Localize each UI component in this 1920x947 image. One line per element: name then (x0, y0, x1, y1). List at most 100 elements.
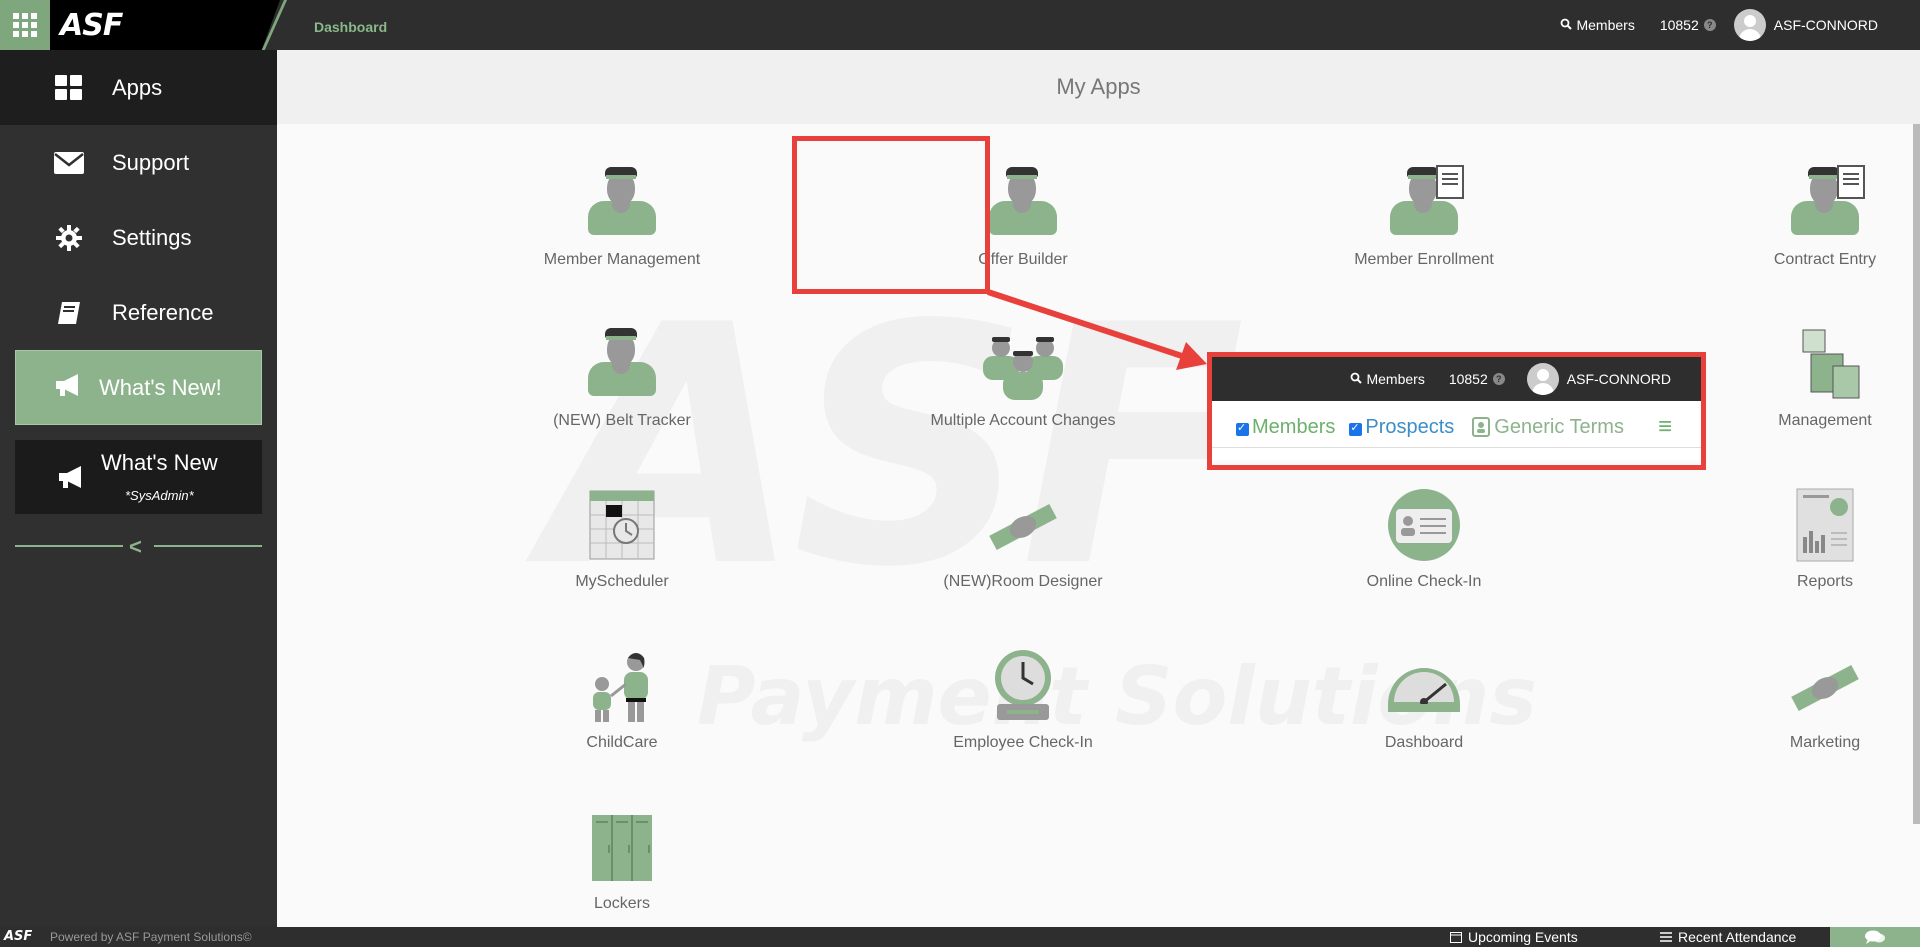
book-icon (54, 298, 84, 328)
generic-terms-tab[interactable]: Generic Terms (1472, 416, 1624, 439)
whats-new-button[interactable]: What's New! (15, 350, 262, 425)
breadcrumb[interactable]: Dashboard (314, 19, 387, 35)
app-multiple-account-changes[interactable]: Multiple Account Changes (893, 326, 1153, 456)
popup-top-bar: Members 10852 ? ASF-CONNORD (1212, 357, 1701, 401)
sidebar-collapse[interactable]: < (15, 534, 262, 559)
sidebar-item-label: Reference (112, 299, 214, 325)
app-contract-entry[interactable]: Contract Entry (1695, 165, 1920, 295)
app-label: Online Check-In (1366, 573, 1482, 590)
avatar (1526, 363, 1559, 395)
app-marketing[interactable]: Marketing (1695, 648, 1920, 778)
whats-new-admin-label: What's New (101, 450, 218, 475)
help-icon[interactable]: ? (1703, 19, 1716, 31)
highlight-box-offer-builder (792, 136, 990, 294)
app-label: Reports (1796, 573, 1854, 590)
prospects-checkbox[interactable] (1349, 421, 1363, 436)
club-count: 10852 (1448, 371, 1488, 387)
top-right-controls: Members 10852 ? ASF-CONNORD (1560, 0, 1920, 50)
member-icon (582, 326, 662, 402)
whats-new-label: What's New! (99, 374, 222, 400)
handshake-icon (983, 487, 1063, 563)
app-label: ChildCare (586, 734, 658, 751)
contract-icon (1785, 165, 1865, 241)
menu-icon[interactable]: ≡ (1658, 413, 1672, 441)
megaphone-icon (54, 372, 84, 404)
gear-icon (54, 223, 84, 253)
powered-by: Powered by ASF Payment Solutions© (50, 930, 252, 944)
handshake-icon (1785, 648, 1865, 724)
id-card-icon (1384, 487, 1464, 563)
childcare-icon (582, 648, 662, 724)
upcoming-events-button[interactable]: Upcoming Events (1450, 929, 1578, 945)
report-icon (1785, 487, 1865, 563)
app-reports[interactable]: Reports (1695, 487, 1920, 617)
user-name: ASF-CONNORD (1566, 371, 1671, 387)
app-management[interactable]: Management (1695, 326, 1920, 456)
page-title: My Apps (277, 50, 1920, 124)
app-childcare[interactable]: ChildCare (492, 648, 752, 778)
user-menu[interactable]: ASF-CONNORD (1526, 363, 1671, 395)
calendar-icon (582, 487, 662, 563)
app-label: Member Management (543, 251, 701, 268)
member-search[interactable]: Members (1350, 371, 1425, 387)
search-filter-tabs: Members Prospects Generic Terms ≡ (1236, 413, 1672, 441)
sidebar-item-apps[interactable]: Apps (0, 50, 277, 125)
generic-terms-label: Generic Terms (1494, 415, 1624, 438)
user-menu[interactable]: ASF-CONNORD (1733, 9, 1878, 41)
app-label: (NEW) Belt Tracker (553, 412, 691, 429)
app-label: Employee Check-In (953, 734, 1093, 751)
app-dashboard[interactable]: Dashboard (1294, 648, 1554, 778)
app-label: Lockers (593, 895, 651, 912)
club-number[interactable]: 10852 ? (1449, 371, 1505, 387)
members-tab[interactable]: Members (1252, 416, 1335, 439)
app-label: (NEW)Room Designer (943, 573, 1103, 590)
app-room-designer[interactable]: (NEW)Room Designer (893, 487, 1153, 617)
sidebar-item-support[interactable]: Support (0, 125, 277, 200)
member-icon (582, 165, 662, 241)
club-number[interactable]: 10852 ? (1660, 17, 1716, 33)
app-label: Contract Entry (1773, 251, 1877, 268)
prospects-tab[interactable]: Prospects (1365, 416, 1454, 439)
chat-button[interactable] (1830, 927, 1920, 947)
recent-attendance-label: Recent Attendance (1678, 929, 1797, 945)
club-count: 10852 (1659, 17, 1699, 33)
sidebar-item-label: Apps (112, 74, 163, 100)
app-grid-button[interactable] (0, 0, 50, 50)
app-label: Multiple Account Changes (930, 412, 1116, 429)
footer: ASF Powered by ASF Payment Solutions© Up… (0, 927, 1920, 947)
help-icon[interactable]: ? (1492, 373, 1505, 385)
list-icon (1660, 932, 1672, 942)
whats-new-admin-button[interactable]: What's New *SysAdmin* (15, 440, 262, 514)
gauge-icon (1384, 648, 1464, 724)
sidebar-item-settings[interactable]: Settings (0, 200, 277, 275)
asf-logo[interactable]: ASF (60, 8, 123, 43)
search-label: Members (1576, 17, 1635, 33)
enrollment-icon (1384, 165, 1464, 241)
sidebar-item-reference[interactable]: Reference (0, 275, 277, 350)
recent-attendance-button[interactable]: Recent Attendance (1660, 929, 1796, 945)
avatar (1733, 9, 1766, 41)
app-lockers[interactable]: Lockers (492, 809, 752, 939)
search-icon (1350, 371, 1363, 387)
sidebar: Apps Support Settings Reference What's N… (0, 50, 277, 927)
zoomed-header-popup: Members 10852 ? ASF-CONNORD Members Pros… (1212, 357, 1701, 460)
app-belt-tracker[interactable]: (NEW) Belt Tracker (492, 326, 752, 456)
search-icon (1560, 17, 1573, 33)
app-member-enrollment[interactable]: Member Enrollment (1294, 165, 1554, 295)
app-member-management[interactable]: Member Management (492, 165, 752, 295)
app-online-check-in[interactable]: Online Check-In (1294, 487, 1554, 617)
contact-card-icon (1472, 417, 1491, 437)
app-label: Management (1778, 412, 1872, 429)
megaphone-icon (57, 464, 87, 495)
app-employee-check-in[interactable]: Employee Check-In (893, 648, 1153, 778)
sidebar-item-label: Settings (112, 224, 192, 250)
members-checkbox[interactable] (1236, 421, 1249, 436)
upcoming-events-label: Upcoming Events (1468, 929, 1578, 945)
apps-grid-icon (54, 73, 84, 103)
lockers-icon (582, 809, 662, 885)
app-myscheduler[interactable]: MyScheduler (492, 487, 752, 617)
chevron-left-icon[interactable]: < (129, 534, 142, 560)
member-search[interactable]: Members (1560, 17, 1635, 33)
main-content: My Apps ASF Payment Solutions Member Man… (277, 50, 1920, 927)
time-clock-icon (983, 648, 1063, 724)
